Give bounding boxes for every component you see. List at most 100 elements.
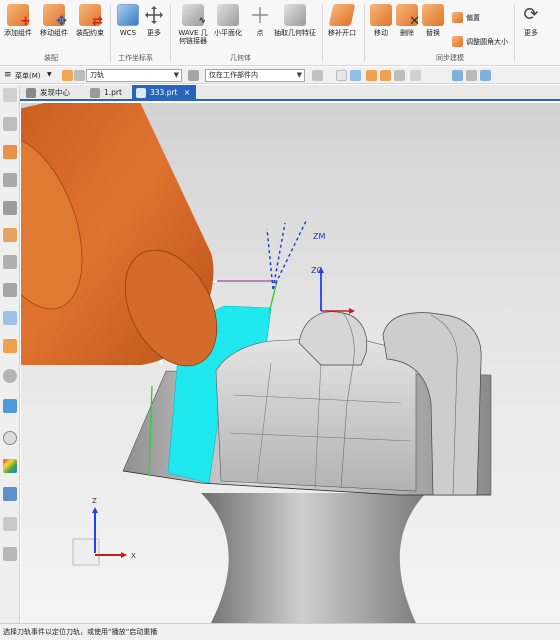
view-triad: Z X (72, 497, 136, 566)
assembly-constraint-button[interactable]: ⇄ 装配约束 (76, 4, 104, 37)
roles-icon[interactable] (3, 487, 17, 501)
point-icon (249, 4, 271, 26)
move-component-icon: ✥ (43, 4, 67, 28)
chevron-down-icon: ▼ (296, 71, 302, 79)
view-eye-icon[interactable] (466, 70, 477, 81)
hexagon-icon[interactable] (350, 70, 361, 81)
menu-lines-icon[interactable]: ≡ (4, 70, 12, 80)
tab-label: 发现中心 (40, 88, 70, 97)
menu-dropdown-icon[interactable]: ▼ (47, 71, 52, 78)
sync-delete-label: 删除 (400, 29, 414, 37)
resource-menu-icon[interactable] (3, 88, 17, 102)
csys-more-label: 更多 (147, 29, 161, 37)
process-studio-icon[interactable] (3, 399, 17, 413)
type-filter-dropdown[interactable]: 刀轨 ▼ (86, 69, 182, 82)
selection-more-icon[interactable] (410, 70, 421, 81)
tab-1-prt[interactable]: 1.prt (86, 85, 128, 101)
clock-icon[interactable] (3, 431, 17, 445)
reuse-library-icon[interactable] (3, 283, 17, 297)
triad-z-label: Z (92, 497, 97, 505)
sync-group-label: 同步建模 (436, 54, 464, 62)
wcs-icon (117, 4, 139, 26)
offset-label: 偏置 (466, 13, 480, 22)
csys-more-button[interactable]: 更多 (143, 4, 165, 37)
snap-point-icon[interactable] (336, 70, 347, 81)
color-palette-icon[interactable] (3, 459, 17, 473)
filter-settings-icon[interactable] (188, 70, 199, 81)
history-icon[interactable] (3, 339, 17, 353)
navigator-icon[interactable] (3, 117, 17, 131)
move-component-label: 移动组件 (40, 29, 68, 37)
point-button[interactable]: 点 (249, 4, 271, 37)
patch-opening-label: 移补开口 (328, 29, 356, 37)
part-stem (201, 493, 426, 623)
sync-replace-icon (422, 4, 444, 26)
extract-geometry-button[interactable]: 抽取几何特征 (274, 4, 316, 37)
resource-bar (0, 85, 20, 623)
geometry-group-label: 几何体 (230, 54, 251, 62)
scope-dropdown[interactable]: 仅在工作部件内 ▼ (205, 69, 305, 82)
sync-move-label: 移动 (374, 29, 388, 37)
cam-library-icon[interactable] (3, 547, 17, 561)
menu-button[interactable]: 菜单(M) (15, 71, 41, 81)
sync-delete-button[interactable]: ✕ 删除 (396, 4, 420, 37)
wcs-label: WCS (119, 29, 137, 37)
wcs-button[interactable]: WCS (117, 4, 139, 37)
tab-discovery-center[interactable]: 发现中心 (22, 85, 76, 101)
tab-label: 333.prt (150, 88, 178, 97)
patch-opening-button[interactable]: 移补开口 (328, 4, 356, 37)
facetize-label: 小平面化 (214, 29, 242, 37)
tab-333-prt[interactable]: 333.prt × (132, 85, 197, 101)
library-icon[interactable] (3, 255, 17, 269)
part-filter-icon[interactable] (380, 70, 391, 81)
graphics-window[interactable]: ZM ZC Z X (21, 103, 560, 623)
cutting-tool (21, 103, 218, 367)
system-materials-icon[interactable] (3, 369, 17, 383)
tab-label: 1.prt (104, 88, 122, 97)
csys-group-label: 工作坐标系 (118, 54, 153, 62)
extract-geometry-icon (284, 4, 306, 26)
group-divider (170, 4, 171, 62)
operation-navigator-icon[interactable] (3, 201, 17, 215)
ribbon-more-button[interactable]: ⟳ 更多 (520, 4, 542, 37)
type-filter-value: 刀轨 (90, 71, 104, 79)
show-hide-icon[interactable] (452, 70, 463, 81)
sync-replace-button[interactable]: 替换 (422, 4, 444, 37)
filter-icon[interactable] (74, 70, 85, 81)
system-scene-icon[interactable] (3, 517, 17, 531)
wave-linker-button[interactable]: ∿ WAVE 几何链接器 (176, 4, 210, 45)
part-file-icon (136, 88, 146, 98)
wave-linker-icon: ∿ (182, 4, 206, 26)
refresh-icon: ⟳ (523, 4, 539, 25)
sync-replace-label: 替换 (426, 29, 440, 37)
wcs-dashed-axes (266, 218, 308, 290)
resize-blend-button[interactable]: 调整圆角大小 (452, 36, 508, 47)
close-icon[interactable]: × (184, 88, 190, 97)
body-filter-icon[interactable] (394, 70, 405, 81)
part-navigator-icon[interactable] (3, 173, 17, 187)
document-tabs: 发现中心 1.prt 333.prt × (20, 85, 560, 101)
zc-axis-label: ZC (311, 266, 322, 275)
select-icon[interactable] (62, 70, 73, 81)
selection-bar: ≡ 菜单(M) ▼ 刀轨 ▼ 仅在工作部件内 ▼ (0, 67, 560, 84)
sync-move-button[interactable]: 移动 (370, 4, 392, 37)
add-component-icon: + (7, 4, 31, 28)
extract-geometry-label: 抽取几何特征 (274, 29, 316, 37)
chevron-down-icon: ▼ (173, 71, 179, 79)
view-style-icon[interactable] (480, 70, 491, 81)
move-component-button[interactable]: ✥ 移动组件 (40, 4, 68, 37)
add-component-button[interactable]: + 添加组件 (4, 4, 32, 37)
csys-arrows-icon (143, 4, 165, 26)
facetize-button[interactable]: 小平面化 (214, 4, 242, 37)
sync-offset-button[interactable]: 偏置 (452, 12, 480, 23)
web-browser-icon[interactable] (3, 311, 17, 325)
home-icon (26, 88, 36, 98)
part-file-icon (90, 88, 100, 98)
model-scene: ZM ZC Z X (21, 103, 492, 623)
offset-icon (452, 12, 463, 23)
assembly-navigator-icon[interactable] (3, 145, 17, 159)
machine-tool-icon[interactable] (3, 228, 17, 242)
snap-icon[interactable] (312, 70, 323, 81)
zm-axis-label: ZM (313, 232, 325, 241)
component-filter-icon[interactable] (366, 70, 377, 81)
